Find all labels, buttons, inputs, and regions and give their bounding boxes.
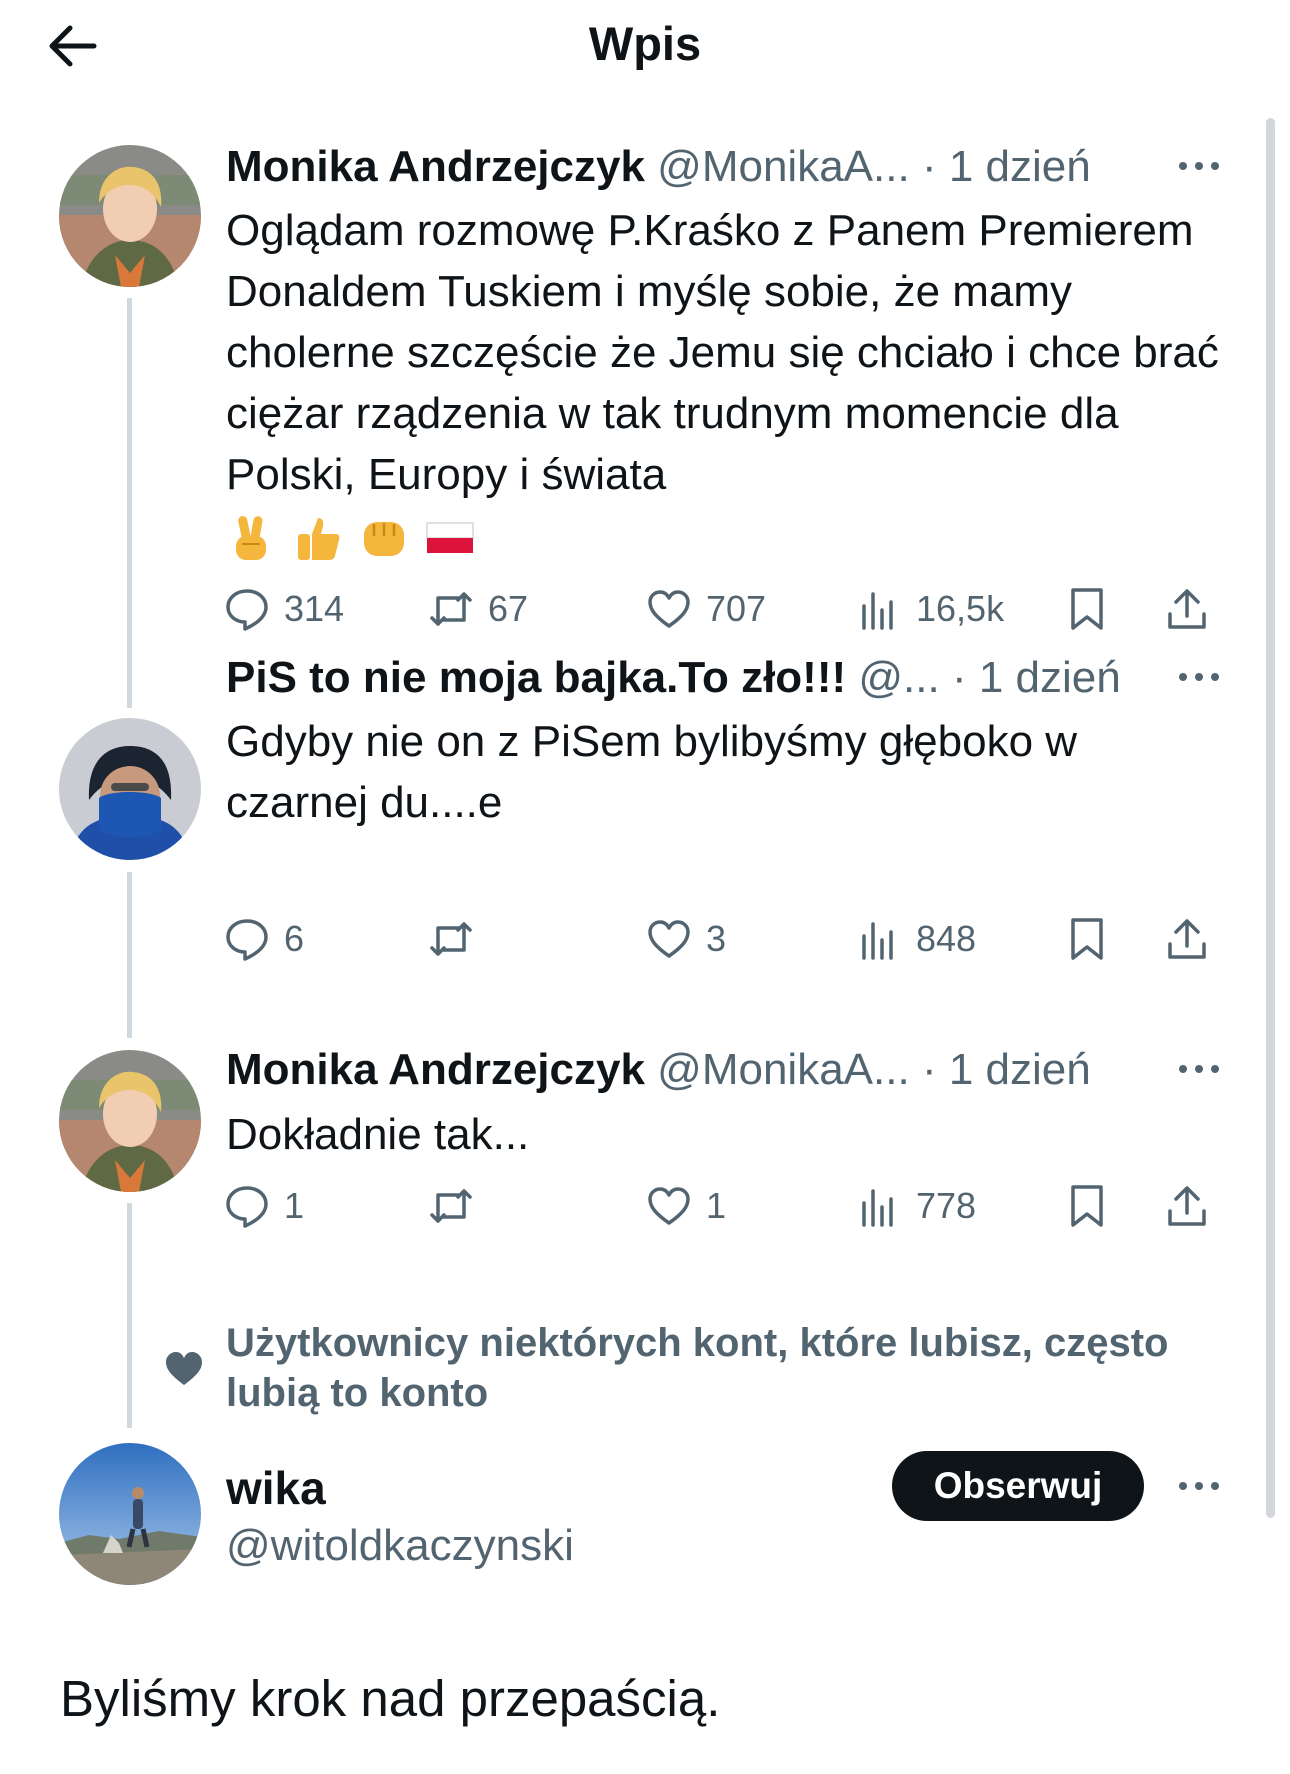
more-dots-icon <box>1179 1065 1219 1073</box>
bookmark-button[interactable] <box>1064 1181 1110 1231</box>
like-count: 707 <box>706 588 767 629</box>
views-button[interactable]: 778 <box>856 1181 976 1231</box>
repost-button[interactable] <box>428 914 488 964</box>
more-options-button[interactable] <box>1176 1059 1222 1079</box>
tweet-text: Oglądam rozmowę P.Kraśko z Panem Premier… <box>226 206 1219 499</box>
timestamp[interactable]: 1 dzień <box>979 653 1121 702</box>
views-button[interactable]: 848 <box>856 914 976 964</box>
fist-icon <box>364 522 404 556</box>
reply-button[interactable]: 314 <box>224 584 344 634</box>
avatar-monika[interactable] <box>59 1050 201 1192</box>
like-count: 3 <box>706 918 727 959</box>
reply-count: 6 <box>284 918 305 959</box>
more-dots-icon <box>1179 673 1219 681</box>
author-handle[interactable]: @MonikaA... <box>657 1045 910 1094</box>
analytics-icon <box>862 1189 893 1227</box>
thumbs-up-icon <box>298 518 340 560</box>
share-button[interactable] <box>1164 914 1210 964</box>
thread-line <box>127 1203 132 1428</box>
reply-icon <box>226 919 268 961</box>
view-count: 778 <box>916 1185 977 1226</box>
more-options-button[interactable] <box>1176 156 1222 176</box>
reply-button[interactable]: 6 <box>224 914 304 964</box>
bookmark-icon <box>1071 588 1103 630</box>
repost-button[interactable]: 67 <box>428 584 528 634</box>
tweet-text: Dokładnie tak... <box>226 1110 530 1159</box>
reply-count: 1 <box>284 1185 305 1226</box>
view-count: 848 <box>916 918 977 959</box>
more-options-button[interactable] <box>1176 667 1222 687</box>
tweet-header: PiS to nie moja bajka.To zło!!! @... · 1… <box>226 653 1121 703</box>
heart-filled-icon <box>166 1352 202 1385</box>
user-photo-icon <box>59 718 201 860</box>
follow-button[interactable]: Obserwuj <box>892 1451 1144 1521</box>
user-photo-icon <box>59 145 201 287</box>
views-button[interactable]: 16,5k <box>856 584 1004 634</box>
social-context-text: Użytkownicy niektórych kont, które lubis… <box>226 1321 1169 1415</box>
author-name[interactable]: Monika Andrzejczyk <box>226 1045 645 1094</box>
repost-icon <box>430 1189 472 1223</box>
reply-icon <box>226 1186 268 1228</box>
bookmark-button[interactable] <box>1064 584 1110 634</box>
author-handle[interactable]: @MonikaA... <box>657 142 910 191</box>
reply-button[interactable]: 1 <box>224 1181 304 1231</box>
more-options-button[interactable] <box>1176 1476 1222 1496</box>
tweet-text: Gdyby nie on z PiSem bylibyśmy głęboko w… <box>226 717 1078 827</box>
page-title: Wpis <box>588 17 702 70</box>
timestamp[interactable]: 1 dzień <box>949 1045 1091 1094</box>
heart-icon <box>648 1187 690 1225</box>
reply-icon <box>226 589 268 631</box>
author-name[interactable]: Monika Andrzejczyk <box>226 142 645 191</box>
more-dots-icon <box>1179 162 1219 170</box>
share-icon <box>1168 1186 1206 1226</box>
avatar-pis[interactable] <box>59 718 201 860</box>
avatar-wika[interactable] <box>59 1443 201 1585</box>
bookmark-icon <box>1071 1185 1103 1227</box>
repost-button[interactable] <box>428 1181 488 1231</box>
bookmark-button[interactable] <box>1064 914 1110 964</box>
like-count: 1 <box>706 1185 727 1226</box>
user-photo-icon <box>59 1443 201 1585</box>
avatar-monika[interactable] <box>59 145 201 287</box>
analytics-icon <box>862 592 893 630</box>
thread-line <box>127 298 132 708</box>
repost-icon <box>430 592 472 626</box>
social-context-icon <box>164 1349 204 1389</box>
repost-icon <box>430 922 472 956</box>
separator-dot: · <box>921 1045 937 1094</box>
author-handle[interactable]: @... <box>858 653 939 702</box>
heart-icon <box>648 920 690 958</box>
emoji-row <box>226 508 476 568</box>
main-post-text: Byliśmy krok nad przepaścią. <box>60 1670 721 1727</box>
follow-user-name[interactable]: wika <box>226 1460 326 1516</box>
repost-count: 67 <box>488 588 529 629</box>
thread-line <box>127 872 132 1038</box>
separator-dot: · <box>921 142 937 191</box>
view-count: 16,5k <box>916 588 1005 629</box>
separator-dot: · <box>951 653 967 702</box>
share-button[interactable] <box>1164 584 1210 634</box>
share-button[interactable] <box>1164 1181 1210 1231</box>
bookmark-icon <box>1071 918 1103 960</box>
reply-count: 314 <box>284 588 345 629</box>
analytics-icon <box>862 922 893 960</box>
poland-flag-icon <box>426 522 474 553</box>
author-name[interactable]: PiS to nie moja bajka.To zło!!! <box>226 653 846 702</box>
timestamp[interactable]: 1 dzień <box>949 142 1091 191</box>
more-dots-icon <box>1179 1482 1219 1490</box>
tweet-header: Monika Andrzejczyk @MonikaA... · 1 dzień <box>226 142 1091 192</box>
heart-icon <box>648 590 690 628</box>
scrollbar[interactable] <box>1266 118 1275 1518</box>
like-button[interactable]: 3 <box>646 914 726 964</box>
like-button[interactable]: 707 <box>646 584 766 634</box>
share-icon <box>1168 589 1206 629</box>
tweet-header: Monika Andrzejczyk @MonikaA... · 1 dzień <box>226 1045 1091 1095</box>
like-button[interactable]: 1 <box>646 1181 726 1231</box>
victory-hand-icon <box>236 516 266 560</box>
follow-user-handle[interactable]: @witoldkaczynski <box>226 1518 574 1574</box>
user-photo-icon <box>59 1050 201 1192</box>
share-icon <box>1168 919 1206 959</box>
